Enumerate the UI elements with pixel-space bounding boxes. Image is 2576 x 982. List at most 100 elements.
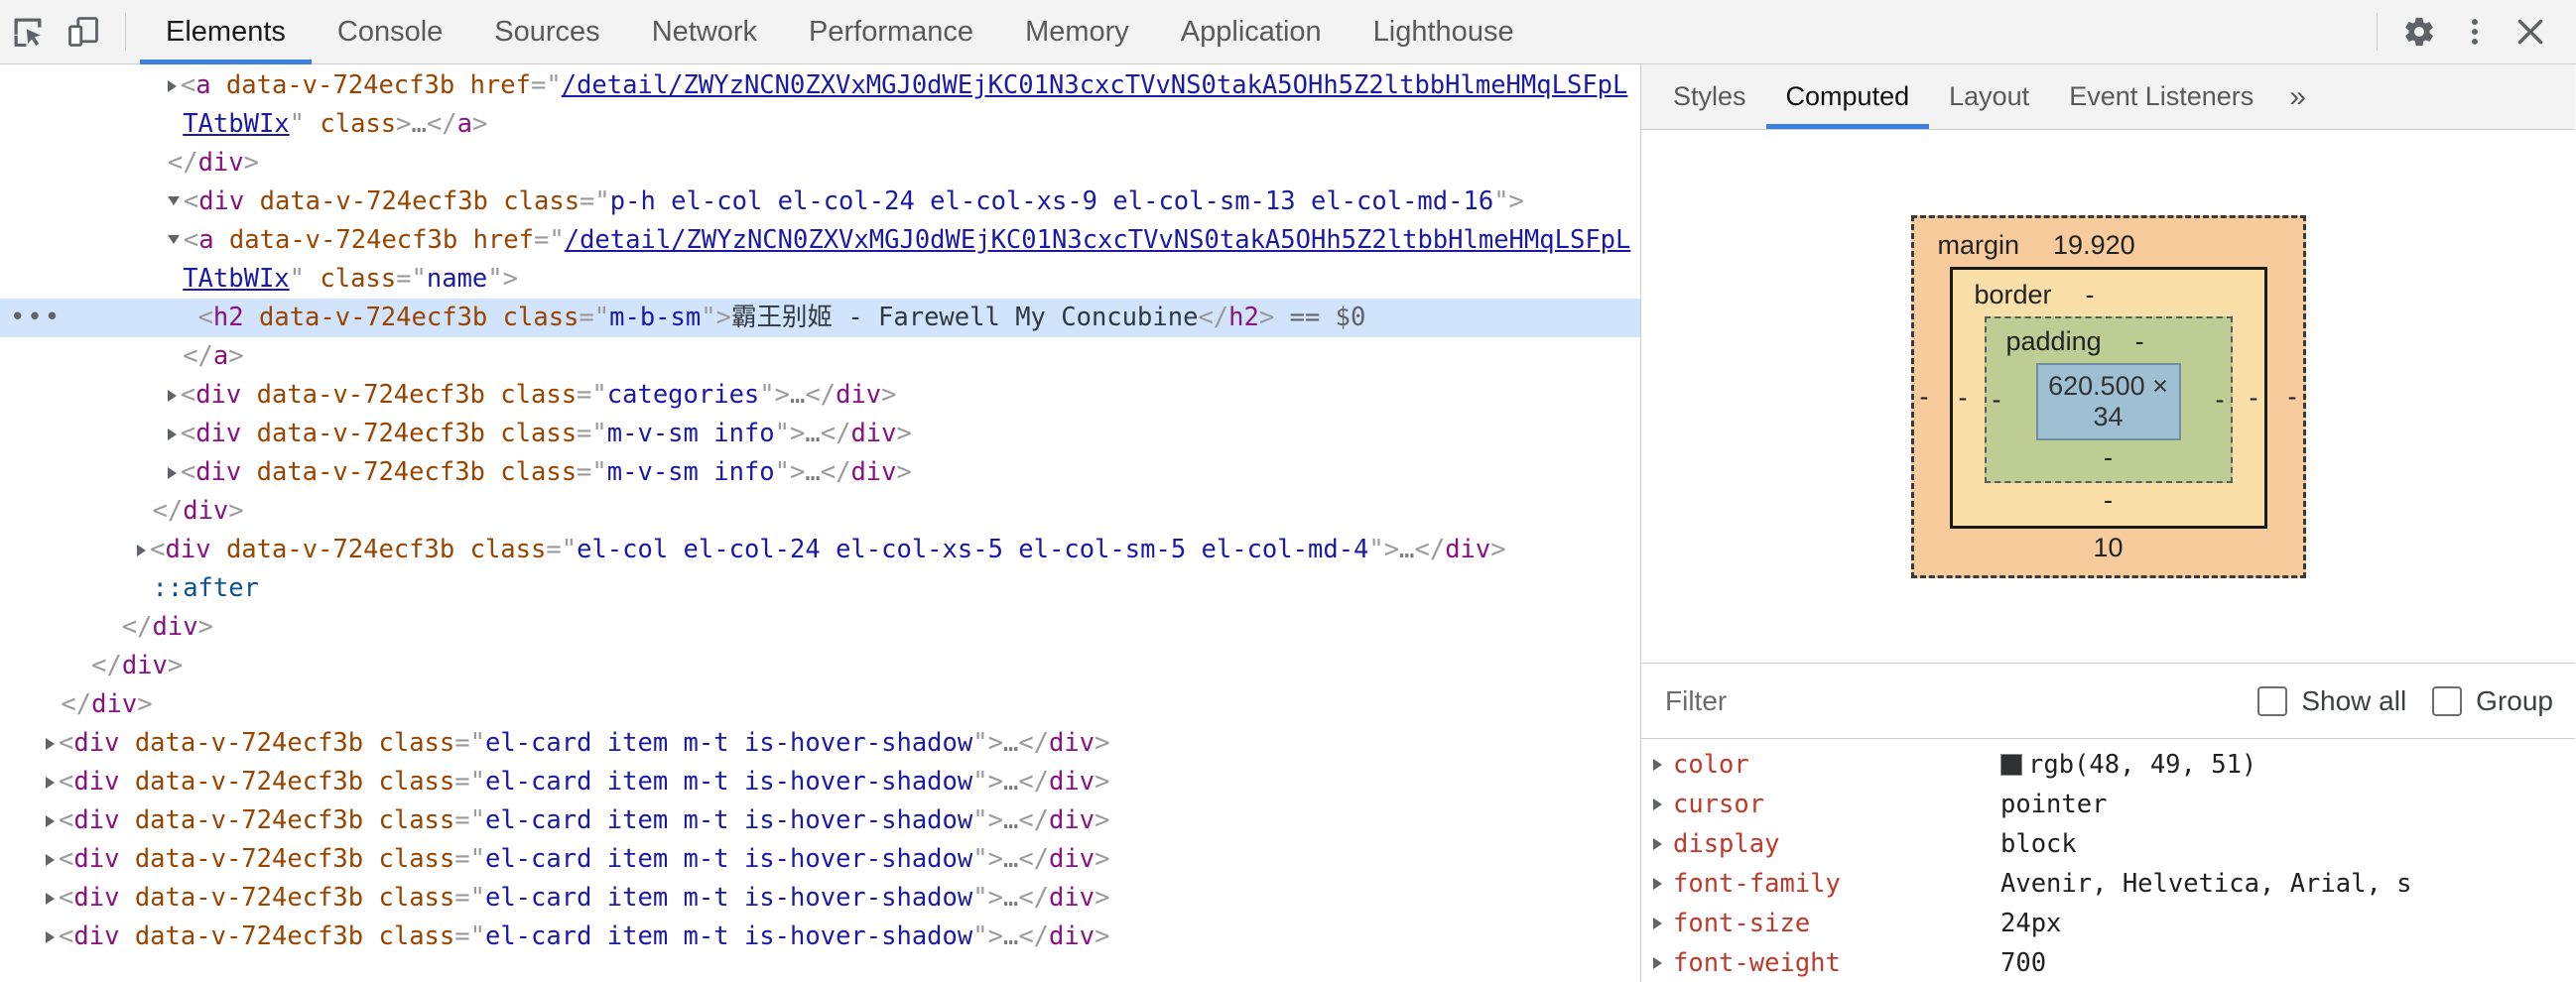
expand-triangle-icon[interactable] xyxy=(167,390,177,402)
close-devtools-button[interactable] xyxy=(2503,4,2558,60)
box-model-padding[interactable]: padding - - - 620.500 × 34 - xyxy=(1984,315,2233,483)
tab-elements[interactable]: Elements xyxy=(140,0,312,64)
double-chevron-right-icon[interactable]: » xyxy=(2273,64,2322,129)
tab-application[interactable]: Application xyxy=(1155,0,1348,64)
box-model-padding-top[interactable]: - xyxy=(2135,326,2144,357)
expand-triangle-icon[interactable] xyxy=(1653,957,1662,969)
expand-triangle-icon[interactable] xyxy=(46,777,56,789)
dom-node-row[interactable]: </div> xyxy=(0,492,1640,531)
dom-node-row[interactable]: </div> xyxy=(0,608,1640,647)
box-model-margin-bottom[interactable]: 10 xyxy=(1932,529,2285,563)
dom-node-row[interactable]: <div data-v-724ecf3b class="el-card item… xyxy=(0,879,1640,918)
box-model-content-size[interactable]: 620.500 × 34 xyxy=(2035,362,2181,440)
tab-console[interactable]: Console xyxy=(312,0,468,64)
dom-node-row[interactable]: <div data-v-724ecf3b class="el-card item… xyxy=(0,763,1640,801)
computed-property-row[interactable]: font-weight 700 xyxy=(1641,943,2575,982)
computed-property-row[interactable]: font-size 24px xyxy=(1641,904,2575,943)
expand-triangle-icon[interactable] xyxy=(167,429,177,440)
dom-node-row[interactable]: <div data-v-724ecf3b class="el-card item… xyxy=(0,840,1640,879)
token-ellipsis[interactable]: … xyxy=(1003,767,1018,797)
box-model-diagram[interactable]: margin 19.920 - - border - - - padding -… xyxy=(1910,214,2306,578)
computed-property-value[interactable]: 700 xyxy=(2000,948,2046,978)
inspect-element-button[interactable] xyxy=(0,4,56,60)
dom-node-row[interactable]: <div data-v-724ecf3b class="categories">… xyxy=(0,376,1640,415)
box-model-padding-right[interactable]: - xyxy=(2216,384,2225,415)
dom-node-row[interactable]: <a data-v-724ecf3b href="/detail/ZWYzNCN… xyxy=(0,221,1640,299)
token-ellipsis[interactable]: … xyxy=(1003,805,1018,835)
token-ellipsis[interactable]: … xyxy=(1003,844,1018,874)
expand-triangle-icon[interactable] xyxy=(1653,838,1662,850)
dom-node-row[interactable]: <div data-v-724ecf3b class="el-card item… xyxy=(0,918,1640,956)
more-options-button[interactable] xyxy=(2447,4,2503,60)
token-ellipsis[interactable]: … xyxy=(805,419,820,448)
dom-node-row[interactable]: <a data-v-724ecf3b href="/detail/ZWYzNCN… xyxy=(0,66,1640,144)
elements-dom-tree-pane[interactable]: <a data-v-724ecf3b href="/detail/ZWYzNCN… xyxy=(0,64,1641,982)
dom-node-row[interactable]: <div data-v-724ecf3b class="el-col el-co… xyxy=(0,531,1640,569)
tab-performance[interactable]: Performance xyxy=(783,0,999,64)
computed-property-value[interactable]: 24px xyxy=(2000,909,2061,938)
box-model-border-top[interactable]: - xyxy=(2086,280,2095,310)
collapse-triangle-icon[interactable] xyxy=(167,235,180,244)
dom-node-row[interactable]: <div data-v-724ecf3b class="el-card item… xyxy=(0,724,1640,763)
computed-property-value[interactable]: block xyxy=(2000,829,2077,859)
expand-triangle-icon[interactable] xyxy=(46,854,56,866)
dom-node-row[interactable]: </div> xyxy=(0,144,1640,183)
show-all-checkbox-box[interactable] xyxy=(2257,685,2288,716)
box-model-padding-bottom[interactable]: - xyxy=(2000,440,2217,473)
box-model-border-bottom[interactable]: - xyxy=(1969,483,2249,516)
device-toolbar-button[interactable] xyxy=(56,4,111,60)
settings-button[interactable] xyxy=(2391,4,2447,60)
group-checkbox[interactable]: Group xyxy=(2432,685,2553,717)
dom-node-row[interactable]: </a> xyxy=(0,337,1640,376)
computed-property-row[interactable]: color rgb(48, 49, 51) xyxy=(1641,745,2575,785)
token-ellipsis[interactable]: … xyxy=(1003,883,1018,913)
group-checkbox-box[interactable] xyxy=(2432,685,2463,716)
tab-memory[interactable]: Memory xyxy=(999,0,1155,64)
expand-triangle-icon[interactable] xyxy=(137,545,147,556)
dom-node-row[interactable]: <div data-v-724ecf3b class="p-h el-col e… xyxy=(0,183,1640,221)
token-ellipsis[interactable]: … xyxy=(1399,535,1414,564)
computed-property-value[interactable]: Avenir, Helvetica, Arial, s xyxy=(2000,869,2412,899)
tab-network[interactable]: Network xyxy=(626,0,783,64)
expand-triangle-icon[interactable] xyxy=(46,738,56,750)
expand-triangle-icon[interactable] xyxy=(46,931,56,943)
box-model-border[interactable]: border - - - padding - - - 620.500 × 34 … xyxy=(1949,266,2267,529)
dom-node-row[interactable]: </div> xyxy=(0,647,1640,685)
color-swatch-icon[interactable] xyxy=(2000,754,2022,776)
token-ellipsis[interactable]: … xyxy=(805,457,820,487)
box-model-margin-left[interactable]: - xyxy=(1920,381,1929,412)
sidebar-tab-computed[interactable]: Computed xyxy=(1765,64,1930,129)
dom-node-row[interactable]: ::after xyxy=(0,569,1640,608)
token-ellipsis[interactable]: … xyxy=(1003,728,1018,758)
box-model-margin-right[interactable]: - xyxy=(2288,381,2297,412)
sidebar-tab-layout[interactable]: Layout xyxy=(1929,64,2049,129)
filter-input[interactable] xyxy=(1665,684,2233,717)
dom-node-row[interactable]: </div> xyxy=(0,685,1640,724)
tab-sources[interactable]: Sources xyxy=(468,0,625,64)
computed-properties-list[interactable]: color rgb(48, 49, 51) cursor pointer display… xyxy=(1641,739,2575,982)
box-model-margin-top[interactable]: 19.920 xyxy=(2053,230,2135,261)
box-model-border-left[interactable]: - xyxy=(1959,382,1968,413)
box-model-margin[interactable]: margin 19.920 - - border - - - padding -… xyxy=(1910,214,2306,578)
computed-property-row[interactable]: cursor pointer xyxy=(1641,785,2575,824)
expand-triangle-icon[interactable] xyxy=(167,467,177,479)
box-model-padding-left[interactable]: - xyxy=(1993,384,2001,415)
dom-tree[interactable]: <a data-v-724ecf3b href="/detail/ZWYzNCN… xyxy=(0,64,1640,956)
expand-triangle-icon[interactable] xyxy=(1653,798,1662,810)
expand-triangle-icon[interactable] xyxy=(1653,878,1662,890)
tab-lighthouse[interactable]: Lighthouse xyxy=(1348,0,1540,64)
dom-node-row[interactable]: <div data-v-724ecf3b class="m-v-sm info"… xyxy=(0,415,1640,453)
dom-node-row-selected[interactable]: ••• <h2 data-v-724ecf3b class="m-b-sm">霸王… xyxy=(0,299,1640,337)
node-badge-ellipsis[interactable]: ••• xyxy=(10,299,62,337)
expand-triangle-icon[interactable] xyxy=(46,893,56,905)
expand-triangle-icon[interactable] xyxy=(167,80,177,92)
expand-triangle-icon[interactable] xyxy=(1653,759,1662,771)
sidebar-tab-styles[interactable]: Styles xyxy=(1653,64,1766,129)
token-ellipsis[interactable]: … xyxy=(790,380,805,410)
expand-triangle-icon[interactable] xyxy=(46,815,56,827)
collapse-triangle-icon[interactable] xyxy=(167,196,180,205)
computed-property-row[interactable]: display block xyxy=(1641,824,2575,864)
dom-node-row[interactable]: <div data-v-724ecf3b class="m-v-sm info"… xyxy=(0,453,1640,492)
show-all-checkbox[interactable]: Show all xyxy=(2257,685,2406,717)
computed-property-row[interactable]: font-family Avenir, Helvetica, Arial, s xyxy=(1641,864,2575,904)
